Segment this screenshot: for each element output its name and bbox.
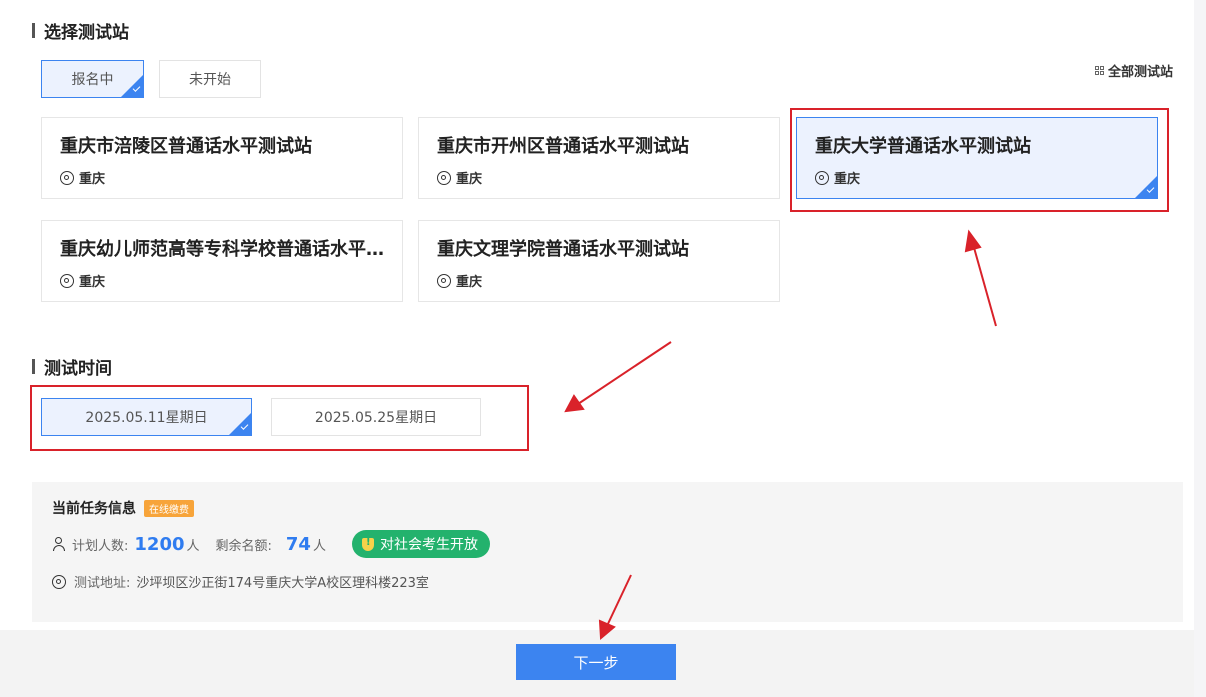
pay-badge: 在线缴费 xyxy=(144,499,194,517)
station-name: 重庆文理学院普通话水平测试站 xyxy=(437,239,689,260)
arrow-head xyxy=(964,229,982,253)
planned-value: 1200 xyxy=(134,533,185,555)
station-location: 重庆 xyxy=(60,271,384,290)
arrow-line xyxy=(972,243,997,327)
open-badge-label: 对社会考生开放 xyxy=(379,537,478,553)
location-icon xyxy=(437,273,451,288)
task-info-header: 当前任务信息 在线缴费 xyxy=(52,498,1163,518)
address-value: 沙坪坝区沙正街174号重庆大学A校区理科楼223室 xyxy=(136,576,429,591)
station-location: 重庆 xyxy=(60,168,384,187)
section-bar xyxy=(32,359,35,374)
task-info-title: 当前任务信息 xyxy=(52,501,136,517)
location-icon xyxy=(60,273,74,288)
location-icon xyxy=(437,170,451,185)
station-name: 重庆幼儿师范高等专科学校普通话水平测试站 xyxy=(60,239,384,260)
footer-bar: 下一步 xyxy=(0,630,1194,697)
page: 选择测试站 报名中 未开始 全部测试站 重庆市涪陵区普通话水平测试站 重庆 重庆… xyxy=(0,0,1206,697)
station-location: 重庆 xyxy=(437,168,761,187)
next-step-button[interactable]: 下一步 xyxy=(516,644,676,680)
station-location-text: 重庆 xyxy=(456,275,483,290)
tab-registering-label: 报名中 xyxy=(71,72,114,88)
remaining-label: 剩余名额: xyxy=(215,538,272,554)
all-stations-label: 全部测试站 xyxy=(1107,65,1173,80)
time-section-title-text: 测试时间 xyxy=(44,359,112,379)
station-name: 重庆市开州区普通话水平测试站 xyxy=(437,136,689,157)
section-bar xyxy=(32,23,35,38)
location-icon xyxy=(52,574,66,589)
station-name: 重庆市涪陵区普通话水平测试站 xyxy=(60,136,312,157)
address-row: 测试地址: 沙坪坝区沙正街174号重庆大学A校区理科楼223室 xyxy=(52,572,1163,591)
open-badge: 对社会考生开放 xyxy=(351,530,490,558)
station-card-fuling[interactable]: 重庆市涪陵区普通话水平测试站 重庆 xyxy=(41,117,403,199)
time-section-title: 测试时间 xyxy=(32,354,112,379)
tab-not-started-label: 未开始 xyxy=(189,72,231,88)
planned-label: 计划人数: xyxy=(72,538,129,554)
scrollbar-track[interactable] xyxy=(1194,0,1206,697)
tab-not-started[interactable]: 未开始 xyxy=(159,60,261,98)
tab-registering[interactable]: 报名中 xyxy=(41,60,144,98)
arrow-line xyxy=(577,341,672,405)
station-location: 重庆 xyxy=(437,271,761,290)
address-label: 测试地址: xyxy=(74,576,131,591)
location-icon xyxy=(60,170,74,185)
arrow-head xyxy=(564,394,585,413)
station-card-preschool-college[interactable]: 重庆幼儿师范高等专科学校普通话水平测试站 重庆 xyxy=(41,220,403,302)
station-section-title: 选择测试站 xyxy=(32,18,129,43)
check-icon xyxy=(121,75,143,97)
station-section-title-text: 选择测试站 xyxy=(44,23,129,43)
station-location-text: 重庆 xyxy=(79,275,106,290)
station-location-text: 重庆 xyxy=(456,172,483,187)
station-location-text: 重庆 xyxy=(79,172,106,187)
all-stations-link[interactable]: 全部测试站 xyxy=(1094,61,1173,80)
annotation-box-station xyxy=(790,108,1169,212)
station-card-wenli-college[interactable]: 重庆文理学院普通话水平测试站 重庆 xyxy=(418,220,780,302)
person-icon xyxy=(52,537,66,551)
station-card-kaizhou[interactable]: 重庆市开州区普通话水平测试站 重庆 xyxy=(418,117,780,199)
shield-icon xyxy=(361,537,374,551)
task-info-panel: 当前任务信息 在线缴费 计划人数: 1200 人 剩余名额: 74 人 对社会考… xyxy=(32,482,1183,622)
quota-row: 计划人数: 1200 人 剩余名额: 74 人 对社会考生开放 xyxy=(52,530,1163,558)
remaining-unit: 人 xyxy=(312,538,326,554)
remaining-value: 74 xyxy=(285,533,311,555)
planned-unit: 人 xyxy=(186,538,200,554)
annotation-box-date xyxy=(30,385,529,451)
grid-icon xyxy=(1094,66,1104,75)
